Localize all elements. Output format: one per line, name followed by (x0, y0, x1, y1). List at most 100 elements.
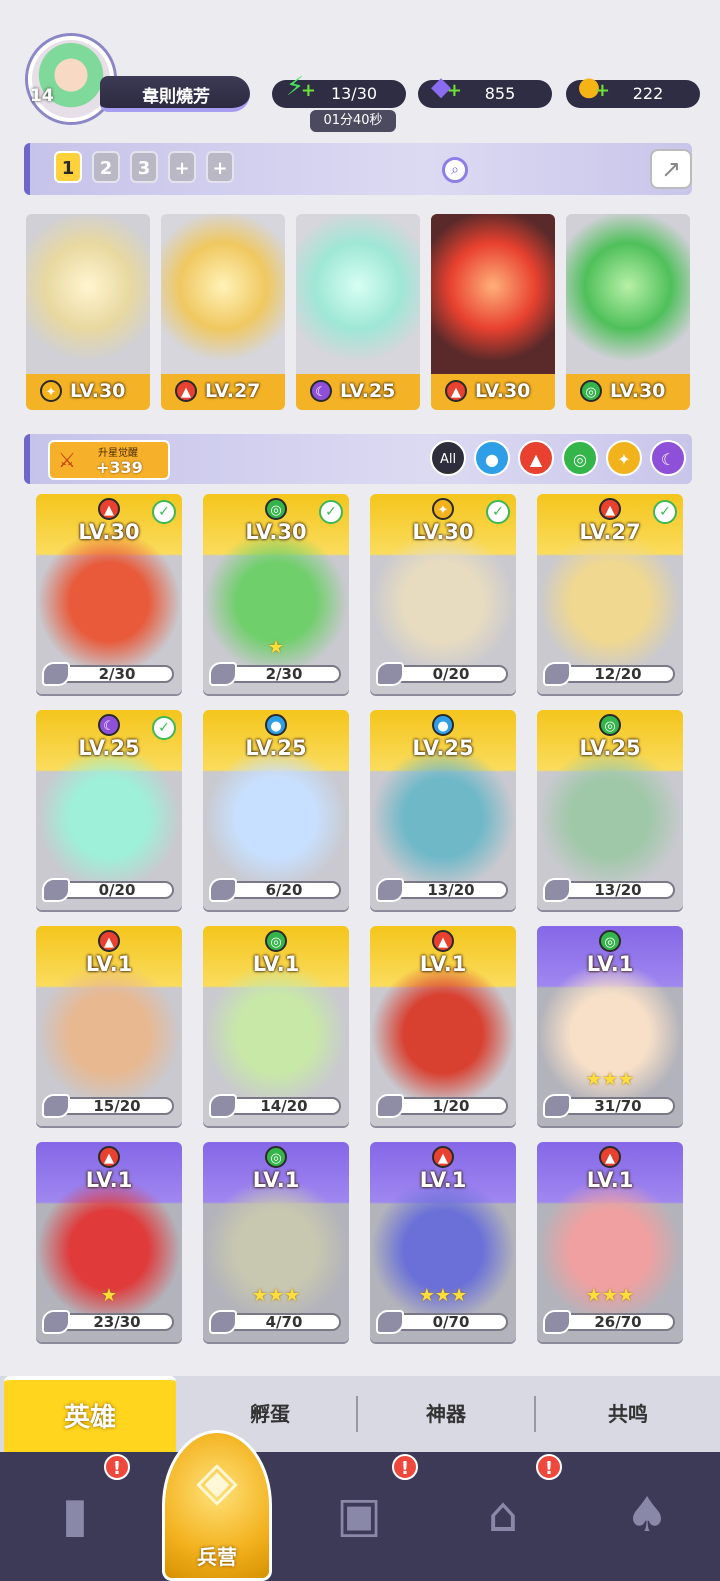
hero-level: LV.1 (252, 1168, 300, 1192)
hero-level: LV.25 (412, 736, 474, 760)
nav-mushroom-icon[interactable]: ♠ (602, 1470, 692, 1560)
star-awaken-value: +339 (96, 458, 143, 477)
hero-card[interactable]: ▲ LV.1 ★★★ 0/70 (370, 1142, 516, 1342)
player-name[interactable]: 韋則燒芳 (100, 76, 250, 112)
filter-fire-icon[interactable]: ▲ (518, 440, 554, 476)
star-awaken-button[interactable]: ⚔ 升星觉醒 +339 (48, 440, 170, 480)
hero-level: LV.1 (85, 1168, 133, 1192)
nav-cards-icon[interactable]: ▮ (30, 1470, 120, 1560)
hero-card[interactable]: ▲ ✓ LV.27 12/20 (537, 494, 683, 694)
team-hero-card[interactable]: LV.30 ✦ (26, 214, 150, 410)
fire-element-icon: ▲ (599, 1146, 621, 1168)
shard-progress: 1/20 (376, 1094, 508, 1118)
hero-level: LV.30 (412, 520, 474, 544)
hero-stars: ★★★ (251, 1285, 301, 1306)
hero-card[interactable]: ▲ LV.1 ★★★ 26/70 (537, 1142, 683, 1342)
team-tab-1[interactable]: 1 (54, 151, 82, 183)
hero-card[interactable]: ▲ ✓ LV.30 2/30 (36, 494, 182, 694)
team-tab-3[interactable]: 3 (130, 151, 158, 183)
shard-count: 6/20 (227, 881, 341, 899)
nav-map-icon[interactable]: ▣ (314, 1470, 404, 1560)
hero-level: LV.1 (252, 952, 300, 976)
team-tab-add-2[interactable]: + (206, 151, 234, 183)
light-element-icon: ✦ (40, 380, 62, 402)
nav-barracks-button[interactable]: ◈ 兵营 (162, 1430, 272, 1581)
shard-count: 0/20 (60, 881, 174, 899)
team-tab-add-1[interactable]: + (168, 151, 196, 183)
shard-progress: 4/70 (209, 1310, 341, 1334)
player-level: 14 (30, 86, 54, 106)
shard-count: 13/20 (394, 881, 508, 899)
sword-icon: ⚔ (58, 448, 76, 472)
shard-count: 12/20 (561, 665, 675, 683)
shard-icon (376, 878, 404, 902)
hero-portrait (26, 214, 150, 374)
hero-card[interactable]: ▲ LV.1 ★ 23/30 (36, 1142, 182, 1342)
team-hero-card[interactable]: LV.27 ▲ (161, 214, 285, 410)
fire-element-icon: ▲ (98, 1146, 120, 1168)
hero-portrait (161, 214, 285, 374)
hero-level: LV.1 (586, 952, 634, 976)
team-hero-card[interactable]: LV.25 ☾ (296, 214, 420, 410)
shard-count: 15/20 (60, 1097, 174, 1115)
hero-card[interactable]: ▲ LV.1 1/20 (370, 926, 516, 1126)
filter-light-icon[interactable]: ✦ (606, 440, 642, 476)
tab-artifacts[interactable]: 神器 (358, 1376, 534, 1452)
shard-icon (209, 878, 237, 902)
star-awaken-label: 升星觉醒 (98, 448, 138, 459)
search-icon[interactable]: ⌕ (442, 157, 468, 183)
filter-dark-icon[interactable]: ☾ (650, 440, 686, 476)
nature-element-icon: ◎ (265, 498, 287, 520)
shard-icon (376, 1094, 404, 1118)
hero-card[interactable]: ● LV.25 13/20 (370, 710, 516, 910)
shard-icon (543, 1094, 571, 1118)
team-tab-2[interactable]: 2 (92, 151, 120, 183)
hero-stars: ★★★ (418, 1285, 468, 1306)
shard-icon (42, 1094, 70, 1118)
filter-all-button[interactable]: All (430, 440, 466, 476)
fire-element-icon: ▲ (432, 1146, 454, 1168)
shard-progress: 0/20 (42, 878, 174, 902)
hero-level: LV.30 (78, 520, 140, 544)
shard-count: 23/30 (60, 1313, 174, 1331)
hero-card[interactable]: ◎ LV.1 ★★★ 4/70 (203, 1142, 349, 1342)
shard-progress: 13/20 (543, 878, 675, 902)
shard-count: 1/20 (394, 1097, 508, 1115)
nav-barracks-label: 兵营 (197, 1545, 237, 1569)
alert-badge: ! (536, 1454, 562, 1480)
hero-card[interactable]: ▲ LV.1 15/20 (36, 926, 182, 1126)
tab-resonance[interactable]: 共鸣 (536, 1376, 720, 1452)
team-hero-card[interactable]: LV.30 ▲ (431, 214, 555, 410)
hero-level: LV.1 (586, 1168, 634, 1192)
shard-icon (543, 878, 571, 902)
shard-count: 13/20 (561, 881, 675, 899)
hero-card[interactable]: ◎ ✓ LV.30 ★ 2/30 (203, 494, 349, 694)
shard-icon (42, 662, 70, 686)
helmet-icon: ◈ (196, 1449, 238, 1512)
hero-card[interactable]: ✦ ✓ LV.30 0/20 (370, 494, 516, 694)
shard-count: 14/20 (227, 1097, 341, 1115)
nature-element-icon: ◎ (265, 930, 287, 952)
filter-nature-icon[interactable]: ◎ (562, 440, 598, 476)
team-selector-bar: 1 2 3 + + ⌕ ↗ (24, 143, 692, 195)
tab-heroes[interactable]: 英雄 (4, 1376, 176, 1452)
filter-water-icon[interactable]: ● (474, 440, 510, 476)
hero-level: LV.25 (579, 736, 641, 760)
hero-stars: ★ (100, 1285, 118, 1306)
shard-icon (376, 1310, 404, 1334)
hero-card[interactable]: ◎ LV.25 13/20 (537, 710, 683, 910)
hero-card[interactable]: ● LV.25 6/20 (203, 710, 349, 910)
hero-card[interactable]: ◎ LV.1 ★★★ 31/70 (537, 926, 683, 1126)
water-element-icon: ● (265, 714, 287, 736)
nav-castle-icon[interactable]: ⌂ (458, 1470, 548, 1560)
hero-filter-bar: ⚔ 升星觉醒 +339 All ● ▲ ◎ ✦ ☾ (24, 434, 692, 484)
hero-portrait (566, 214, 690, 374)
share-icon[interactable]: ↗ (650, 149, 692, 189)
hero-card[interactable]: ☾ ✓ LV.25 0/20 (36, 710, 182, 910)
shard-count: 31/70 (561, 1097, 675, 1115)
hero-card[interactable]: ◎ LV.1 14/20 (203, 926, 349, 1126)
hero-level: LV.25 (78, 736, 140, 760)
team-hero-card[interactable]: LV.30 ◎ (566, 214, 690, 410)
shard-icon (543, 1310, 571, 1334)
hero-level: LV.1 (85, 952, 133, 976)
